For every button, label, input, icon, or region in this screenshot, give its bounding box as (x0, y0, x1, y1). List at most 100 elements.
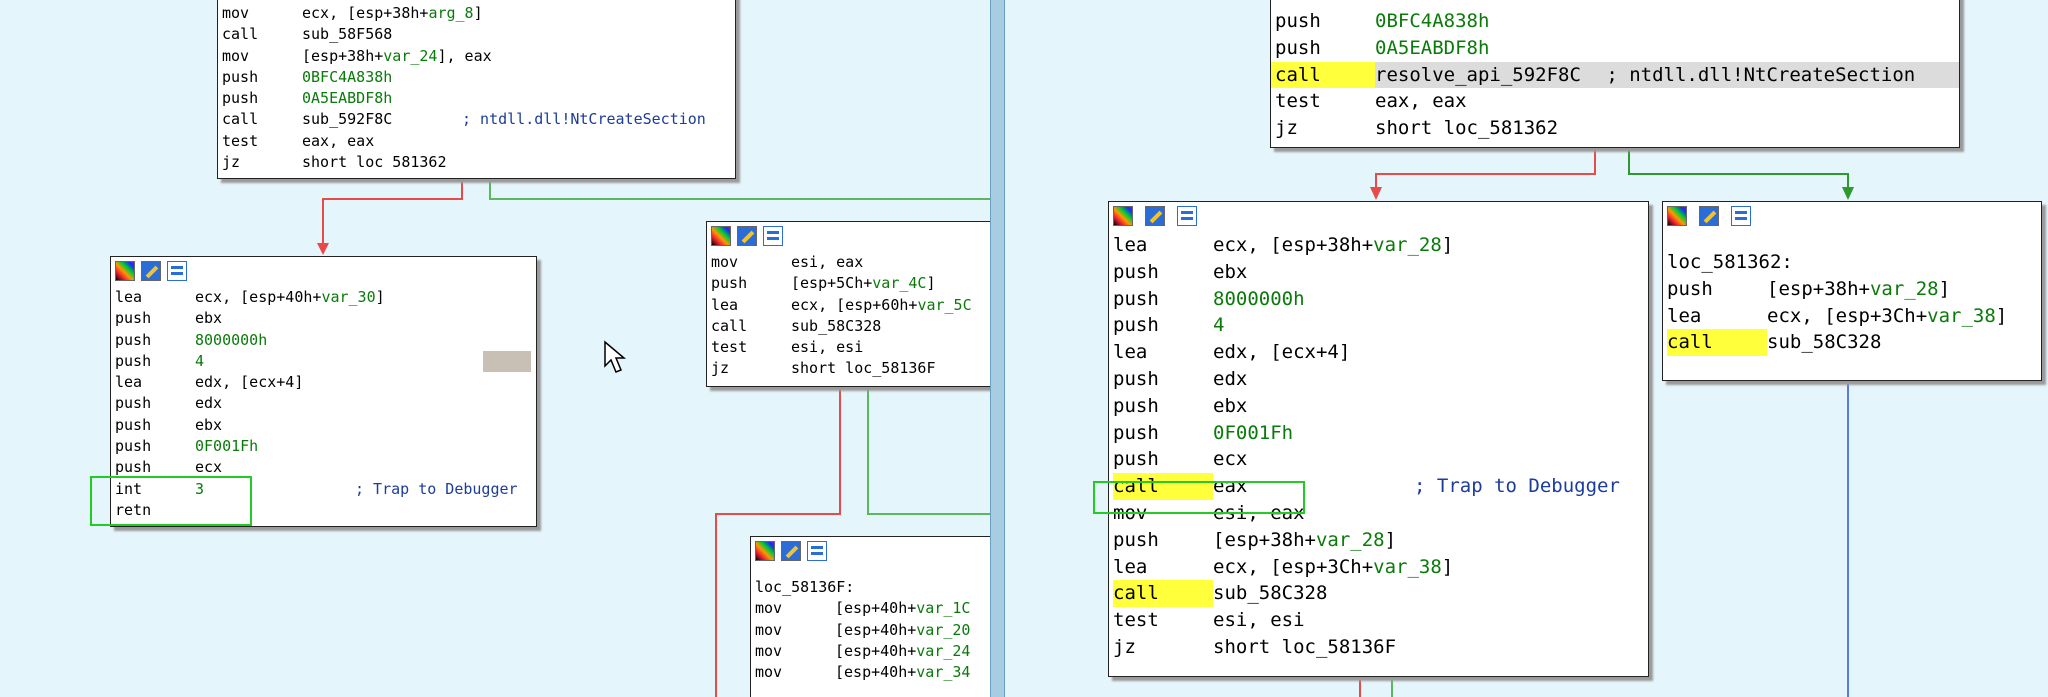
rename-icon[interactable] (1731, 206, 1751, 226)
edit-icon[interactable] (737, 226, 757, 246)
asm-line[interactable]: push 4 (1109, 312, 1648, 339)
asm-line[interactable]: lea ecx, [esp+3Ch+var_38] (1109, 554, 1648, 581)
mnemonic: lea (115, 288, 143, 306)
asm-line[interactable]: push edx (1109, 366, 1648, 393)
stack-variable[interactable]: var_5C (917, 296, 971, 314)
stack-variable[interactable]: var_28 (1316, 529, 1385, 551)
graph-icon[interactable] (755, 541, 775, 561)
left-top-block[interactable]: mov ecx, [esp+38h+arg_8] call sub_58F568 mov… (217, 0, 736, 179)
right-loc-block[interactable]: loc_581362: push [esp+38h+var_28] lea ecx, … (1662, 201, 2042, 381)
asm-line[interactable]: jz short loc 581362 (218, 152, 735, 173)
asm-line[interactable]: push 0A5EABDF8h (1271, 35, 1959, 62)
asm-line[interactable]: lea edx, [ecx+4] (1109, 339, 1648, 366)
stack-variable[interactable]: var_1C (916, 599, 970, 617)
left-graph-view[interactable]: mov ecx, [esp+38h+arg_8] call sub_58F568 mov… (0, 0, 990, 697)
asm-line[interactable]: call sub_58C328 (1663, 329, 2041, 357)
asm-line[interactable]: push ebx (1109, 393, 1648, 420)
graph-icon[interactable] (711, 226, 731, 246)
asm-line[interactable]: call sub_592F8C ; ntdll.dll!NtCreateSectio… (218, 109, 735, 130)
rename-icon[interactable] (807, 541, 827, 561)
operand: short loc_58136F (791, 359, 936, 378)
asm-line[interactable]: push [esp+5Ch+var_4C] (707, 273, 990, 294)
asm-line[interactable]: mov [esp+40h+var_20 (751, 620, 990, 641)
immediate-value: 0BFC4A838h (1375, 10, 1490, 32)
asm-line[interactable]: push 0A5EABDF8h (218, 88, 735, 109)
asm-line[interactable]: test eax, eax (218, 131, 735, 152)
asm-line[interactable]: test eax, eax (1271, 88, 1959, 115)
asm-line[interactable]: mov ecx, [esp+38h+arg_8] (218, 3, 735, 24)
stack-variable[interactable]: var_24 (383, 47, 437, 65)
right-top-block[interactable]: push 0BFC4A838h push 0A5EABDF8h call resolve_… (1270, 0, 1960, 148)
stack-variable[interactable]: var_28 (1870, 278, 1939, 300)
asm-line[interactable]: jz short loc_581362 (1271, 115, 1959, 142)
operand-suffix: ] (1441, 234, 1454, 256)
stack-variable[interactable]: var_20 (916, 621, 970, 639)
mnemonic: push (115, 309, 152, 328)
graph-icon[interactable] (1667, 206, 1687, 226)
stack-variable[interactable]: var_34 (916, 663, 970, 681)
asm-line[interactable]: push 0F001Fh (1109, 420, 1648, 447)
asm-line[interactable]: call resolve_api_592F8C ; ntdll.dll!NtCre… (1271, 61, 1959, 89)
edit-icon[interactable] (1145, 206, 1165, 226)
edit-icon[interactable] (141, 261, 161, 281)
asm-line[interactable]: jz short loc_58136F (1109, 634, 1648, 661)
asm-line[interactable]: mov [esp+40h+var_1C (751, 598, 990, 619)
asm-line[interactable]: call sub_58C328 (707, 316, 990, 337)
asm-line[interactable]: mov esi, eax (707, 252, 990, 273)
asm-line[interactable]: push ebx (111, 415, 536, 436)
asm-line[interactable]: push 0BFC4A838h (1271, 8, 1959, 35)
asm-line[interactable]: test esi, esi (707, 337, 990, 358)
asm-line[interactable]: push ecx (1109, 446, 1648, 473)
asm-line[interactable]: push [esp+38h+var_28] (1663, 276, 2041, 303)
asm-line[interactable]: test esi, esi (1109, 607, 1648, 634)
asm-line[interactable]: push ebx (1109, 259, 1648, 286)
operand: edx (195, 394, 223, 413)
rename-icon[interactable] (1177, 206, 1197, 226)
stack-variable[interactable]: var_28 (1373, 234, 1442, 256)
stack-variable[interactable]: var_38 (1927, 305, 1996, 327)
mnemonic: push (1113, 448, 1159, 471)
asm-line[interactable]: push edx (111, 393, 536, 414)
mnemonic: lea (711, 295, 739, 314)
stack-variable[interactable]: var_38 (1373, 556, 1442, 578)
asm-line[interactable]: lea ecx, [esp+40h+var_30] (111, 287, 536, 308)
int3-highlight-box (90, 476, 252, 526)
split-divider[interactable] (990, 0, 1005, 697)
asm-line[interactable]: push 8000000h (111, 330, 536, 351)
asm-line[interactable]: push ebx (111, 308, 536, 329)
asm-line[interactable]: call sub_58C328 (1109, 580, 1648, 608)
graph-icon[interactable] (115, 261, 135, 281)
asm-line[interactable]: push 0F001Fh (111, 436, 536, 457)
left-mid-block[interactable]: mov esi, eax push [esp+5Ch+var_4C] lea ecx, [… (706, 221, 990, 387)
asm-line[interactable]: mov [esp+38h+var_24], eax (218, 46, 735, 67)
asm-line[interactable]: jz short loc_58136F (707, 358, 990, 379)
edit-icon[interactable] (1699, 206, 1719, 226)
right-call-eax-block[interactable]: lea ecx, [esp+38h+var_28] push ebx push 80000… (1108, 201, 1649, 677)
stack-variable[interactable]: var_4C (872, 274, 926, 292)
mnemonic: jz (711, 359, 730, 378)
graph-icon[interactable] (1113, 206, 1133, 226)
stack-variable[interactable]: var_30 (321, 288, 375, 306)
asm-line[interactable]: lea ecx, [esp+3Ch+var_38] (1663, 303, 2041, 330)
mnemonic: test (1275, 90, 1321, 113)
asm-line[interactable]: lea ecx, [esp+60h+var_5C (707, 295, 990, 316)
edit-icon[interactable] (781, 541, 801, 561)
asm-line[interactable]: push 4 (111, 351, 536, 372)
operand: ecx, [esp+3Ch+ (1767, 304, 1928, 327)
operand: sub_58F568 (302, 25, 393, 44)
asm-line[interactable]: mov [esp+40h+var_34 (751, 662, 990, 683)
asm-line[interactable]: lea ecx, [esp+38h+var_28] (1109, 232, 1648, 259)
right-graph-view[interactable]: push 0BFC4A838h push 0A5EABDF8h call resolve_… (1005, 0, 2048, 697)
asm-line[interactable]: mov [esp+40h+var_24 (751, 641, 990, 662)
asm-line[interactable]: call sub_58F568 (218, 24, 735, 45)
mnemonic: push (222, 89, 259, 108)
asm-line[interactable]: push [esp+38h+var_28] (1109, 527, 1648, 554)
left-loc-block[interactable]: loc_58136F: mov [esp+40h+var_1C mov [esp+40… (750, 536, 990, 697)
rename-icon[interactable] (167, 261, 187, 281)
rename-icon[interactable] (763, 226, 783, 246)
stack-variable[interactable]: var_24 (916, 642, 970, 660)
asm-line[interactable]: push 0BFC4A838h (218, 67, 735, 88)
asm-line[interactable]: push 8000000h (1109, 286, 1648, 313)
asm-line[interactable]: lea edx, [ecx+4] (111, 372, 536, 393)
stack-variable[interactable]: arg_8 (428, 4, 473, 22)
